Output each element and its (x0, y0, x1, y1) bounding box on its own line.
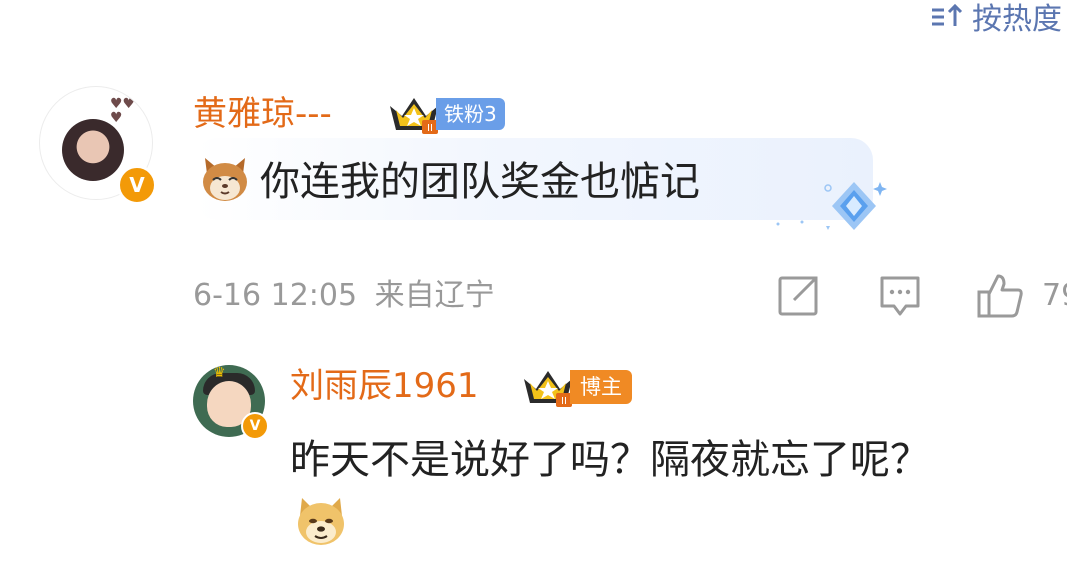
comment-location: 来自辽宁 (374, 278, 495, 313)
crown-level-icon: II (390, 98, 438, 134)
share-icon[interactable] (776, 274, 820, 318)
sort-by-hot-button[interactable]: 按热度 (930, 0, 1062, 38)
svg-text:II: II (427, 123, 433, 134)
diamond-gem-icon (776, 182, 887, 230)
comment-thread: 按热度 ♥♥ ♥ V 黄雅琼--- II 铁粉3 你连我的团队奖金也惦记 6-1… (0, 0, 1067, 580)
reply-text: 昨天不是说好了吗？隔夜就忘了呢？ (290, 437, 930, 483)
comment-icon[interactable] (878, 274, 922, 320)
crown-level-icon: II (524, 371, 572, 407)
comment-text: 你连我的团队奖金也惦记 (260, 159, 700, 205)
thumb-up-icon[interactable] (976, 272, 1026, 320)
blog-owner-badge: 博主 (570, 370, 632, 404)
sort-label: 按热度 (972, 2, 1062, 37)
verified-v-icon: V (117, 165, 157, 205)
heart-decoration-icon: ♥♥ ♥ (110, 96, 136, 126)
fan-level-badge[interactable]: 铁粉3 (436, 98, 505, 130)
commenter-username[interactable]: 黄雅琼--- (193, 92, 332, 136)
avatar-crown-icon: ♛ (213, 365, 226, 381)
avatar-photo (62, 119, 124, 181)
comment-meta: 6-16 12:05 来自辽宁 (193, 276, 495, 316)
sort-icon (932, 3, 963, 26)
verified-v-icon: V (241, 412, 269, 440)
cat-emoji-icon (203, 158, 247, 201)
svg-text:II: II (561, 396, 567, 407)
like-count: 79 (1042, 278, 1067, 313)
comment-time: 6-16 12:05 (193, 278, 358, 313)
replier-username[interactable]: 刘雨辰1961 (290, 364, 479, 408)
doge-emoji-icon (298, 498, 344, 545)
